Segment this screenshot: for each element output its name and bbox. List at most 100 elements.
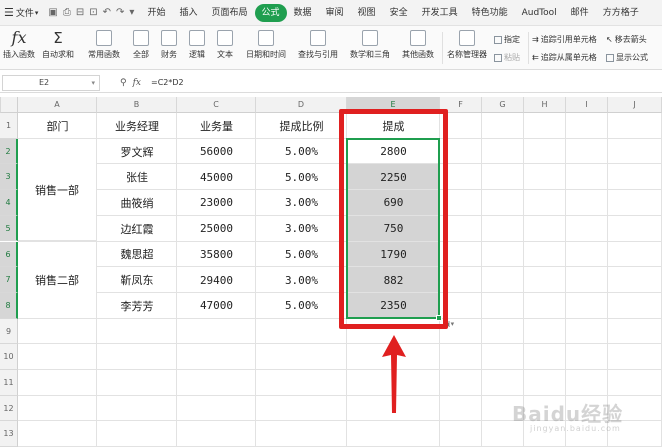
text-functions-button[interactable]: 文本: [212, 30, 238, 60]
tab-features[interactable]: 特色功能: [465, 4, 515, 22]
zoom-icon[interactable]: ⚲: [120, 78, 127, 88]
row-header-9[interactable]: 9: [0, 318, 18, 345]
ratio-cell[interactable]: 3.00%: [256, 216, 347, 242]
department-cell[interactable]: 销售一部: [18, 138, 97, 242]
manager-cell[interactable]: 李芳芳: [97, 293, 177, 319]
tab-developer[interactable]: 开发工具: [415, 4, 465, 22]
redo-icon[interactable]: ↷: [116, 7, 124, 18]
tab-home[interactable]: 开始: [140, 4, 172, 22]
autosum-button[interactable]: Σ 自动求和: [38, 30, 78, 60]
file-menu[interactable]: ☰ 文件 ▾: [0, 0, 42, 25]
math-functions-button[interactable]: 数学和三角: [346, 30, 394, 60]
name-manager-button[interactable]: 名称管理器: [446, 30, 488, 60]
manager-cell[interactable]: 靳凤东: [97, 267, 177, 293]
tab-ffcell[interactable]: 方方格子: [596, 4, 646, 22]
column-header-d[interactable]: D: [256, 97, 347, 113]
row-header-12[interactable]: 12: [0, 395, 18, 422]
row-header-10[interactable]: 10: [0, 344, 18, 370]
manager-cell[interactable]: 边红霞: [97, 216, 177, 242]
volume-cell[interactable]: 35800: [177, 242, 256, 268]
paste-name-button[interactable]: 粘贴: [494, 52, 520, 63]
tab-security[interactable]: 安全: [383, 4, 415, 22]
finance-functions-button[interactable]: 财务: [156, 30, 182, 60]
save-icon[interactable]: ▣: [48, 7, 57, 18]
tab-audtool[interactable]: AudTool: [515, 4, 564, 22]
common-functions-button[interactable]: 常用函数: [82, 30, 126, 60]
trace-precedents-button[interactable]: ⇉ 追踪引用单元格: [532, 34, 597, 45]
logic-icon: [189, 30, 205, 46]
fx-icon[interactable]: fx: [133, 78, 141, 88]
ratio-cell[interactable]: 3.00%: [256, 267, 347, 293]
row-header-11[interactable]: 11: [0, 370, 18, 396]
row-header-4[interactable]: 4: [0, 190, 18, 216]
row-header-8[interactable]: 8: [0, 292, 18, 319]
trace-dependents-button[interactable]: ⇇ 追踪从属单元格: [532, 52, 597, 63]
grid-line: [18, 343, 662, 345]
tab-formulas[interactable]: 公式: [254, 3, 287, 22]
manager-cell[interactable]: 张佳: [97, 164, 177, 190]
name-box[interactable]: E2 ▾: [2, 74, 100, 91]
tab-review[interactable]: 审阅: [319, 4, 351, 22]
column-header-g[interactable]: G: [482, 97, 524, 113]
define-name-button[interactable]: 指定: [494, 34, 520, 45]
header-cell-dept[interactable]: 部门: [18, 113, 97, 139]
chevron-down-icon[interactable]: ▾: [91, 76, 95, 90]
row-header-3[interactable]: 3: [0, 164, 18, 191]
print-icon[interactable]: ⊟: [76, 7, 84, 18]
trace-precedents-icon: ⇉: [532, 35, 539, 44]
manager-cell[interactable]: 曲筱绡: [97, 190, 177, 216]
ratio-cell[interactable]: 5.00%: [256, 293, 347, 319]
row-header-7[interactable]: 7: [0, 267, 18, 293]
insert-function-button[interactable]: fx 插入函数: [2, 30, 36, 60]
undo-icon[interactable]: ↶: [103, 7, 111, 18]
tab-insert[interactable]: 插入: [172, 4, 204, 22]
export-pdf-icon[interactable]: ⎙: [63, 7, 71, 18]
manager-cell[interactable]: 魏思超: [97, 242, 177, 268]
row-header-5[interactable]: 5: [0, 215, 18, 242]
formula-input[interactable]: =C2*D2: [151, 78, 184, 87]
ratio-cell[interactable]: 5.00%: [256, 139, 347, 165]
department-cell[interactable]: 销售二部: [18, 241, 97, 319]
row-header-6[interactable]: 6: [0, 241, 18, 268]
row-header-13[interactable]: 13: [0, 421, 18, 448]
column-header-filler: [0, 97, 1, 113]
print-preview-icon[interactable]: ⊡: [89, 7, 97, 18]
logic-functions-button[interactable]: 逻辑: [184, 30, 210, 60]
select-all-corner[interactable]: [0, 97, 18, 113]
volume-cell[interactable]: 56000: [177, 139, 256, 165]
volume-cell[interactable]: 25000: [177, 216, 256, 242]
tab-view[interactable]: 视图: [351, 4, 383, 22]
column-header-a[interactable]: A: [18, 97, 97, 113]
math-icon: [362, 30, 378, 46]
tab-page-layout[interactable]: 页面布局: [204, 4, 254, 22]
volume-cell[interactable]: 47000: [177, 293, 256, 319]
trace-dependents-icon: ⇇: [532, 53, 539, 62]
tab-mail[interactable]: 邮件: [564, 4, 596, 22]
column-header-h[interactable]: H: [524, 97, 566, 113]
manager-cell[interactable]: 罗文辉: [97, 139, 177, 165]
column-header-j[interactable]: J: [608, 97, 662, 113]
column-header-c[interactable]: C: [177, 97, 256, 113]
volume-cell[interactable]: 23000: [177, 190, 256, 216]
tab-data[interactable]: 数据: [287, 4, 319, 22]
ratio-cell[interactable]: 3.00%: [256, 190, 347, 216]
all-functions-button[interactable]: 全部: [128, 30, 154, 60]
column-header-i[interactable]: I: [566, 97, 608, 113]
header-cell-ratio[interactable]: 提成比例: [256, 113, 347, 139]
remove-arrows-button[interactable]: ↖ 移去箭头: [606, 34, 647, 45]
other-functions-button[interactable]: 其他函数: [398, 30, 438, 60]
volume-cell[interactable]: 29400: [177, 267, 256, 293]
trace-precedents-label: 追踪引用单元格: [540, 35, 597, 44]
datetime-functions-button[interactable]: 日期和时间: [242, 30, 290, 60]
header-cell-volume[interactable]: 业务量: [177, 113, 256, 139]
column-header-b[interactable]: B: [97, 97, 177, 113]
row-header-2[interactable]: 2: [0, 138, 18, 165]
lookup-functions-button[interactable]: 查找与引用: [294, 30, 342, 60]
ratio-cell[interactable]: 5.00%: [256, 164, 347, 190]
row-header-1[interactable]: 1: [0, 113, 18, 139]
more-icon[interactable]: ▾: [129, 7, 134, 18]
header-cell-manager[interactable]: 业务经理: [97, 113, 177, 139]
volume-cell[interactable]: 45000: [177, 164, 256, 190]
ratio-cell[interactable]: 5.00%: [256, 242, 347, 268]
show-formulas-button[interactable]: 显示公式: [606, 52, 648, 63]
